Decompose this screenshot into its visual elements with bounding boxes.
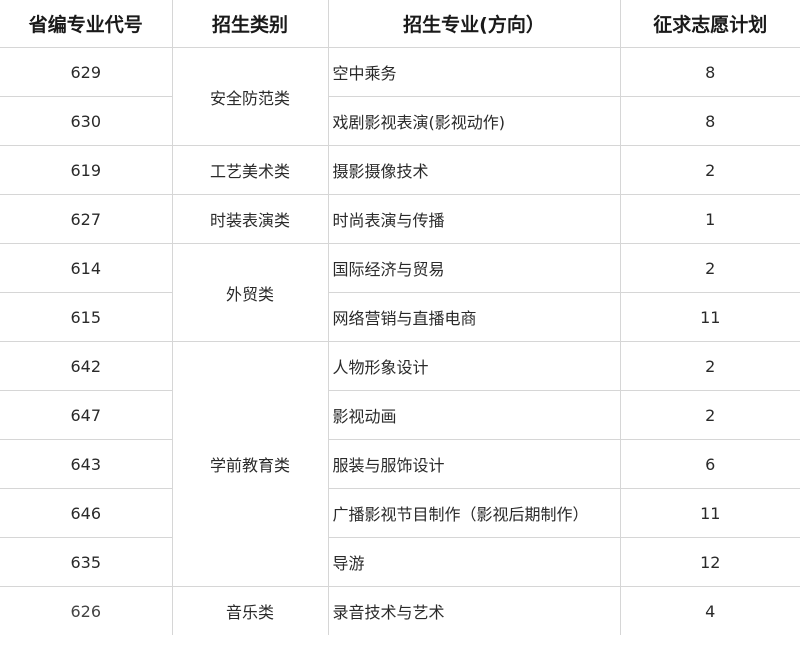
header-row: 省编专业代号 招生类别 招生专业(方向） 征求志愿计划: [0, 0, 800, 48]
major-name-cell: 国际经济与贸易: [327, 243, 621, 293]
major-code-cell: 646: [0, 488, 173, 538]
table-row: 615 网络营销与直播电商 11: [0, 292, 800, 342]
table-row: 614 外贸类 国际经济与贸易 2: [0, 243, 800, 342]
header-plan: 征求志愿计划: [619, 0, 800, 48]
table-row: 626 音乐类 录音技术与艺术 4: [0, 586, 800, 635]
table-row: 619 工艺美术类 摄影摄像技术 2: [0, 145, 800, 195]
major-code-cell: 627: [0, 194, 173, 244]
category-cell: 外贸类: [171, 243, 329, 342]
major-code-cell: 629: [0, 47, 173, 97]
plan-count-cell: 11: [619, 292, 800, 342]
plan-count-cell: 8: [619, 96, 800, 146]
major-name-cell: 影视动画: [327, 390, 621, 440]
plan-count-cell: 2: [619, 390, 800, 440]
major-code-cell: 635: [0, 537, 173, 587]
table-row: 630 戏剧影视表演(影视动作) 8: [0, 96, 800, 146]
category-cell: 时装表演类: [171, 194, 329, 244]
major-name-cell: 时尚表演与传播: [327, 194, 621, 244]
major-name-cell: 广播影视节目制作（影视后期制作）: [327, 488, 621, 538]
plan-count-cell: 2: [619, 341, 800, 391]
table-row: 647 影视动画 2: [0, 390, 800, 440]
plan-count-cell: 1: [619, 194, 800, 244]
major-name-cell: 戏剧影视表演(影视动作): [327, 96, 621, 146]
major-name-cell: 空中乘务: [327, 47, 621, 97]
header-code: 省编专业代号: [0, 0, 173, 48]
plan-count-cell: 11: [619, 488, 800, 538]
plan-count-cell: 2: [619, 145, 800, 195]
table-row: 629 安全防范类 空中乘务 8: [0, 47, 800, 146]
table-row: 643 服装与服饰设计 6: [0, 439, 800, 489]
category-cell: 音乐类: [171, 586, 329, 635]
header-category: 招生类别: [171, 0, 329, 48]
major-code-cell: 619: [0, 145, 173, 195]
major-name-cell: 录音技术与艺术: [327, 586, 621, 635]
major-code-cell: 647: [0, 390, 173, 440]
plan-count-cell: 8: [619, 47, 800, 97]
table-row: 635 导游 12: [0, 537, 800, 587]
category-cell: 学前教育类: [171, 341, 329, 587]
major-name-cell: 导游: [327, 537, 621, 587]
table-row: 627 时装表演类 时尚表演与传播 1: [0, 194, 800, 244]
major-name-cell: 网络营销与直播电商: [327, 292, 621, 342]
plan-count-cell: 2: [619, 243, 800, 293]
plan-count-cell: 12: [619, 537, 800, 587]
major-code-cell: 615: [0, 292, 173, 342]
major-code-cell: 643: [0, 439, 173, 489]
plan-count-cell: 4: [619, 586, 800, 635]
admissions-table: 省编专业代号 招生类别 招生专业(方向） 征求志愿计划 629 安全防范类 空中…: [0, 0, 800, 635]
table-row: 642 学前教育类 人物形象设计 2: [0, 341, 800, 587]
major-code-cell: 614: [0, 243, 173, 293]
major-name-cell: 摄影摄像技术: [327, 145, 621, 195]
header-major: 招生专业(方向）: [327, 0, 621, 48]
major-name-cell: 人物形象设计: [327, 341, 621, 391]
major-name-cell: 服装与服饰设计: [327, 439, 621, 489]
category-cell: 工艺美术类: [171, 145, 329, 195]
table-row: 646 广播影视节目制作（影视后期制作） 11: [0, 488, 800, 538]
major-code-cell: 642: [0, 341, 173, 391]
category-cell: 安全防范类: [171, 47, 329, 146]
major-code-cell: 630: [0, 96, 173, 146]
major-code-cell: 626: [0, 586, 173, 635]
plan-count-cell: 6: [619, 439, 800, 489]
